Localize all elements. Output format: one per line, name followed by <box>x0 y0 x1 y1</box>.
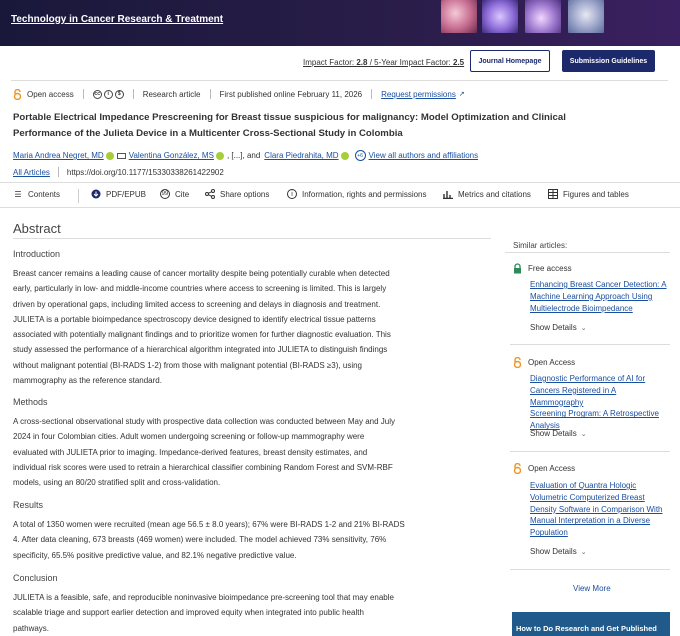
impact-factor-value: 2.8 <box>356 58 368 67</box>
chevron-down-icon: ⌄ <box>580 324 587 332</box>
chevron-down-icon: ⌄ <box>580 430 587 438</box>
separator <box>82 89 84 99</box>
advert-title[interactable]: How to Do Research and Get Published <box>516 624 668 633</box>
figures-tables-button[interactable]: Figures and tables <box>548 189 629 199</box>
similar-articles-heading: Similar articles: <box>513 241 568 250</box>
metrics-citations-button[interactable]: Metrics and citations <box>443 189 531 199</box>
cite-button[interactable]: 99 Cite <box>160 189 189 199</box>
separator <box>371 89 373 99</box>
doi-line: All Articles https://doi.org/10.1177/153… <box>13 167 224 177</box>
open-access-icon <box>513 357 522 368</box>
divider <box>505 252 670 253</box>
separator <box>57 167 59 177</box>
view-more-link[interactable]: View More <box>573 584 611 593</box>
similar-article-link[interactable]: Enhancing Breast Cancer Detection: A Mac… <box>530 279 668 314</box>
request-permissions-link[interactable]: Request permissions <box>381 90 456 99</box>
separator <box>78 189 79 203</box>
doi-link[interactable]: https://doi.org/10.1177/1533033826142290… <box>67 168 224 177</box>
author-list: Maria Andrea Negret, MD Valentina Gonzál… <box>13 150 478 161</box>
cover-image[interactable] <box>525 0 561 33</box>
cc-icon: cc <box>92 89 102 99</box>
author-link[interactable]: Valentina González, MS <box>129 151 214 160</box>
more-authors-badge[interactable]: +6 <box>354 150 366 161</box>
article-title: Portable Electrical Impedance Prescreeni… <box>13 112 566 139</box>
download-icon <box>91 189 101 199</box>
similar-article-link[interactable]: Evaluation of Quantra Hologic Volumetric… <box>530 480 668 539</box>
all-articles-link[interactable]: All Articles <box>13 168 50 177</box>
creative-commons-icons[interactable]: cc i $ <box>92 89 124 99</box>
list-icon: ☰ <box>14 189 22 199</box>
information-rights-button[interactable]: i Information, rights and permissions <box>287 189 427 199</box>
access-label: Open Access <box>513 463 575 474</box>
show-details-toggle[interactable]: Show Details ⌄ <box>530 429 587 438</box>
section-heading: Introduction <box>13 249 61 259</box>
open-access-label: Open access <box>27 89 74 99</box>
mail-icon[interactable] <box>116 152 126 159</box>
author-link[interactable]: Clara Piedrahita, MD <box>264 151 338 160</box>
chevron-down-icon: ⌄ <box>580 548 587 556</box>
show-details-toggle[interactable]: Show Details ⌄ <box>530 323 587 332</box>
cover-image[interactable] <box>482 0 518 33</box>
bar-chart-icon <box>443 189 453 199</box>
separator <box>209 89 211 99</box>
divider <box>510 569 670 570</box>
impact-factor-link[interactable]: Impact Factor: 2.8 / 5-Year Impact Facto… <box>303 58 464 67</box>
free-access-lock-icon <box>514 263 521 274</box>
access-label: Free access <box>513 263 572 274</box>
by-icon: i <box>103 89 113 99</box>
share-icon <box>205 189 215 199</box>
section-heading: Methods <box>13 397 48 407</box>
section-heading: Conclusion <box>13 573 58 583</box>
orcid-icon[interactable] <box>215 151 224 160</box>
journal-title-link[interactable]: Technology in Cancer Research & Treatmen… <box>11 14 223 25</box>
external-link-icon: ↗ <box>458 91 465 98</box>
open-access-icon <box>513 463 522 474</box>
table-icon <box>548 189 558 199</box>
publication-date: First published online February 11, 2026 <box>219 89 363 99</box>
journal-homepage-button[interactable]: Journal Homepage <box>470 50 550 72</box>
pdf-epub-button[interactable]: PDF/EPUB <box>91 189 146 199</box>
article-toolbar: ☰ Contents PDF/EPUB 99 Cite Share options … <box>0 182 680 208</box>
five-year-impact-value: 2.5 <box>453 58 465 67</box>
divider <box>510 451 670 452</box>
conclusion-text: JULIETA is a feasible, safe, and reprodu… <box>13 593 394 633</box>
view-all-authors-link[interactable]: View all authors and affiliations <box>369 151 479 160</box>
divider <box>510 344 670 345</box>
nc-icon: $ <box>114 89 124 99</box>
results-text: A total of 1350 women were recruited (me… <box>13 520 405 560</box>
divider <box>13 238 491 239</box>
quote-icon: 99 <box>160 189 170 199</box>
journal-banner: Technology in Cancer Research & Treatmen… <box>0 0 680 46</box>
open-access-icon <box>13 88 22 100</box>
author-ellipsis[interactable]: , [...], and <box>227 151 260 160</box>
similar-article-link[interactable]: Diagnostic Performance of AI for Cancers… <box>530 373 668 432</box>
cover-image[interactable] <box>568 0 604 33</box>
abstract-heading: Abstract <box>13 221 61 236</box>
access-label: Open Access <box>513 357 575 368</box>
share-options-button[interactable]: Share options <box>205 189 269 199</box>
contents-button[interactable]: ☰ Contents <box>13 189 60 199</box>
orcid-icon[interactable] <box>340 151 349 160</box>
article-meta: Open access cc i $ Research article Firs… <box>13 88 465 100</box>
article-type: Research article <box>142 89 201 99</box>
orcid-icon[interactable] <box>105 151 114 160</box>
methods-text: A cross-sectional observational study wi… <box>13 417 395 488</box>
separator <box>132 89 134 99</box>
cover-image[interactable] <box>441 0 477 33</box>
divider <box>11 80 668 81</box>
info-icon: i <box>287 189 297 199</box>
section-heading: Results <box>13 500 44 510</box>
submission-guidelines-button[interactable]: Submission Guidelines <box>562 50 655 72</box>
show-details-toggle[interactable]: Show Details ⌄ <box>530 547 587 556</box>
introduction-text: Breast cancer remains a leading cause of… <box>13 269 391 386</box>
author-link[interactable]: Maria Andrea Negret, MD <box>13 151 104 160</box>
